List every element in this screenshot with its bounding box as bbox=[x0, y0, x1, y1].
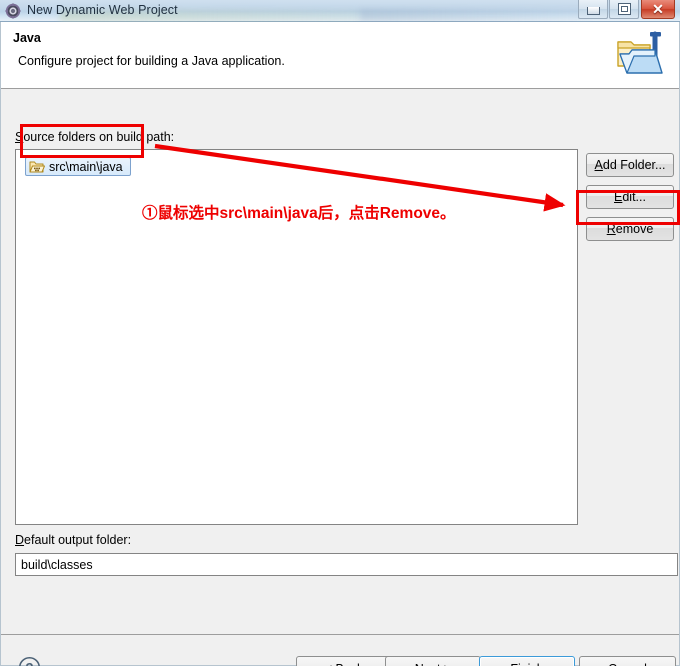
minimize-button[interactable] bbox=[578, 0, 608, 19]
back-button-label: < Back bbox=[325, 662, 364, 666]
finish-button[interactable]: Finish bbox=[479, 656, 575, 666]
default-output-folder-label-mnemonic: D bbox=[15, 533, 25, 547]
new-dynamic-web-project-dialog: New Dynamic Web Project ✕ Java Configure… bbox=[0, 0, 680, 666]
page-title: Java bbox=[13, 31, 41, 45]
edit-button-label: Edit... bbox=[614, 190, 646, 204]
next-button[interactable]: Next > bbox=[385, 656, 481, 666]
aero-glass-tint bbox=[360, 9, 590, 22]
remove-button[interactable]: Remove bbox=[586, 217, 674, 241]
footer-divider bbox=[1, 634, 679, 635]
cancel-button-label: Cancel bbox=[608, 662, 647, 666]
eclipse-wizard-icon bbox=[5, 3, 21, 19]
source-folders-label-rest: ource folders on build path: bbox=[23, 130, 175, 144]
source-folders-list[interactable]: src\main\java bbox=[15, 149, 578, 525]
default-output-folder-label-rest: efault output folder: bbox=[24, 533, 132, 547]
add-folder-button[interactable]: Add Folder... bbox=[586, 153, 674, 177]
page-description: Configure project for building a Java ap… bbox=[18, 54, 285, 68]
close-icon: ✕ bbox=[652, 0, 664, 17]
default-output-folder-label: Default output folder: bbox=[15, 533, 131, 547]
maximize-button[interactable] bbox=[609, 0, 639, 19]
dialog-client-area: Java Configure project for building a Ja… bbox=[0, 22, 680, 666]
finish-button-label: Finish bbox=[510, 662, 543, 666]
help-question-icon[interactable]: ? bbox=[18, 656, 41, 666]
svg-text:?: ? bbox=[25, 660, 33, 666]
back-button[interactable]: < Back bbox=[296, 656, 392, 666]
remove-button-label: Remove bbox=[606, 222, 654, 236]
next-button-label: Next > bbox=[415, 662, 451, 666]
list-item[interactable]: src\main\java bbox=[25, 157, 131, 176]
wizard-header: Java Configure project for building a Ja… bbox=[1, 22, 679, 89]
maximize-icon bbox=[617, 3, 631, 15]
close-button[interactable]: ✕ bbox=[641, 0, 675, 19]
add-folder-button-label: Add Folder... bbox=[594, 158, 666, 172]
default-output-folder-value: build\classes bbox=[21, 557, 93, 572]
default-output-folder-input[interactable]: build\classes bbox=[15, 553, 678, 576]
package-folder-icon bbox=[29, 161, 45, 173]
java-folder-icon bbox=[617, 31, 663, 74]
title-bar: New Dynamic Web Project ✕ bbox=[0, 0, 680, 22]
window-title: New Dynamic Web Project bbox=[27, 3, 178, 17]
minimize-icon bbox=[586, 6, 600, 15]
cancel-button[interactable]: Cancel bbox=[579, 656, 676, 666]
list-item-label: src\main\java bbox=[49, 159, 123, 174]
source-folders-label: Source folders on build path: bbox=[15, 130, 174, 144]
edit-button[interactable]: Edit... bbox=[586, 185, 674, 209]
